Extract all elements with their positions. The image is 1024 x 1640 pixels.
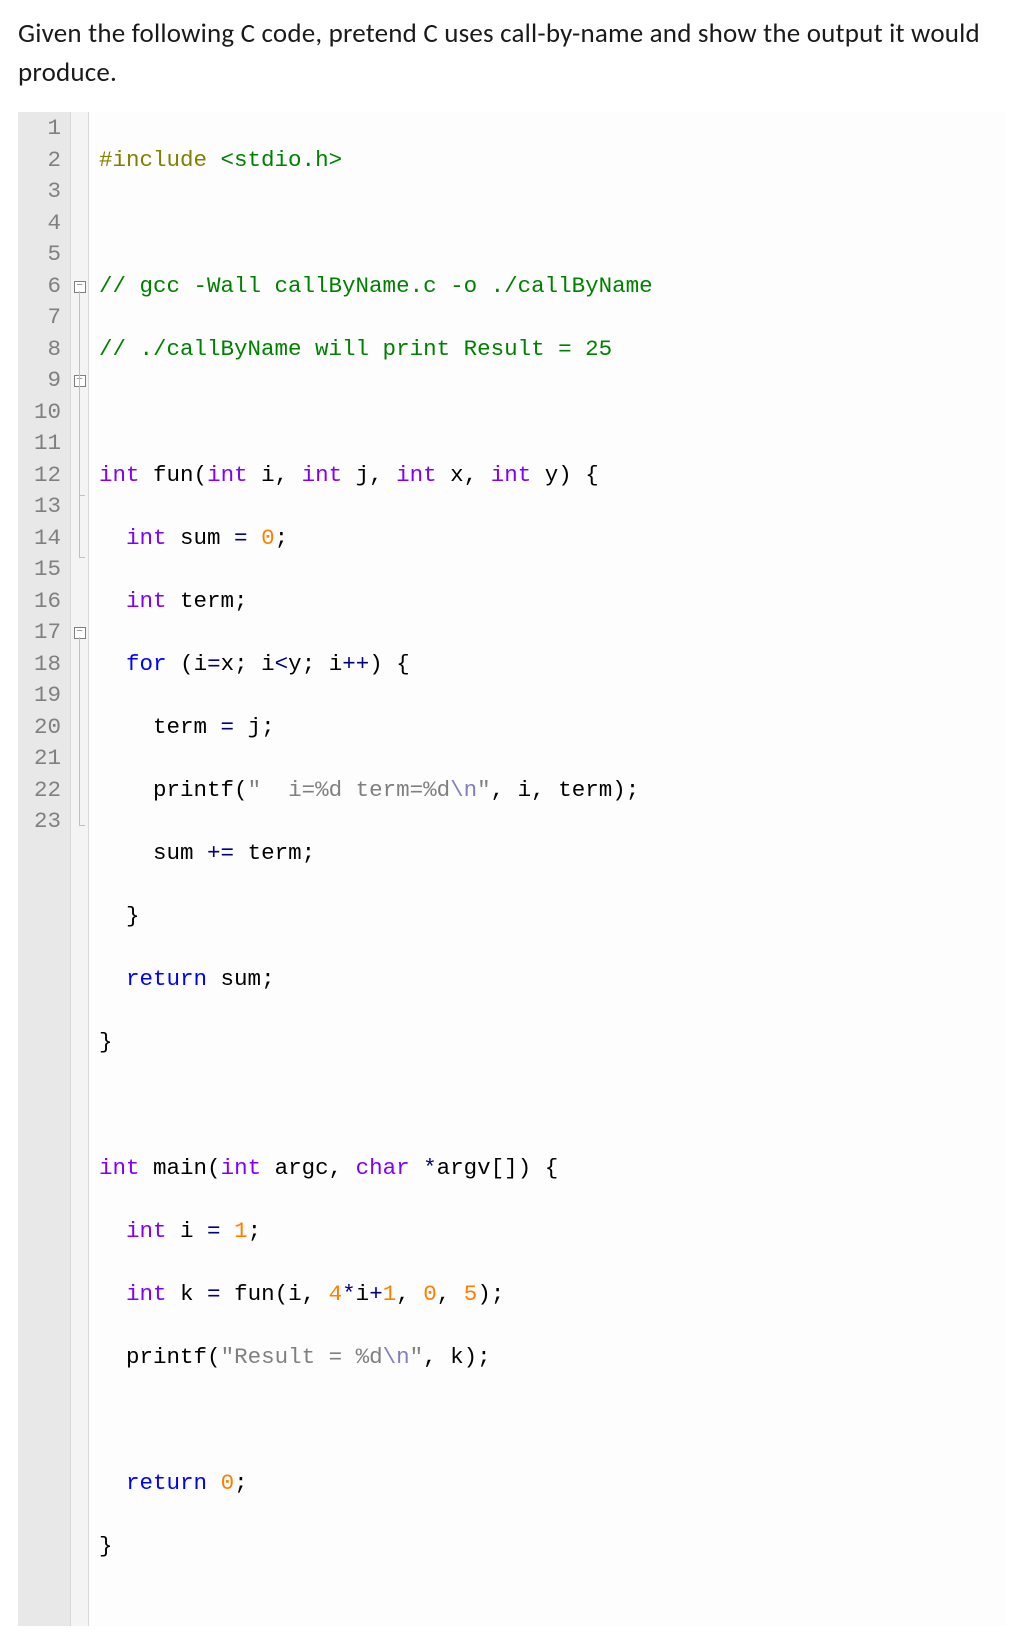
line-number: 19	[34, 680, 61, 712]
code-line: sum += term;	[99, 838, 1006, 870]
line-number: 22	[34, 775, 61, 807]
line-number: 23	[34, 806, 61, 838]
line-number: 3	[34, 176, 61, 208]
line-number: 15	[34, 554, 61, 586]
code-line: term = j;	[99, 712, 1006, 744]
code-line: return 0;	[99, 1468, 1006, 1500]
code-area: #include <stdio.h> // gcc -Wall callByNa…	[89, 112, 1006, 1626]
code-block: 1 2 3 4 5 6 7 8 9 10 11 12 13 14 15 16 1…	[18, 112, 1006, 1626]
code-line	[99, 1090, 1006, 1122]
line-number-gutter: 1 2 3 4 5 6 7 8 9 10 11 12 13 14 15 16 1…	[18, 112, 71, 1626]
code-line: int main(int argc, char *argv[]) {	[99, 1153, 1006, 1185]
line-number: 8	[34, 334, 61, 366]
line-number: 1	[34, 113, 61, 145]
question-text: Given the following C code, pretend C us…	[18, 14, 1006, 92]
line-number: 5	[34, 239, 61, 271]
code-line: // gcc -Wall callByName.c -o ./callByNam…	[99, 271, 1006, 303]
fold-column: − − −	[71, 112, 89, 1626]
line-number: 12	[34, 460, 61, 492]
code-line	[99, 397, 1006, 429]
code-line: int sum = 0;	[99, 523, 1006, 555]
code-line: int term;	[99, 586, 1006, 618]
line-number: 16	[34, 586, 61, 618]
code-line: for (i=x; i<y; i++) {	[99, 649, 1006, 681]
code-line: return sum;	[99, 964, 1006, 996]
code-line: #include <stdio.h>	[99, 145, 1006, 177]
line-number: 6	[34, 271, 61, 303]
line-number: 17	[34, 617, 61, 649]
code-line: }	[99, 1531, 1006, 1563]
code-line: printf("Result = %d\n", k);	[99, 1342, 1006, 1374]
code-line: int fun(int i, int j, int x, int y) {	[99, 460, 1006, 492]
code-line	[99, 208, 1006, 240]
code-line	[99, 1405, 1006, 1437]
line-number: 21	[34, 743, 61, 775]
line-number: 20	[34, 712, 61, 744]
code-line: // ./callByName will print Result = 25	[99, 334, 1006, 366]
code-line: printf(" i=%d term=%d\n", i, term);	[99, 775, 1006, 807]
line-number: 2	[34, 145, 61, 177]
line-number: 9	[34, 365, 61, 397]
line-number: 11	[34, 428, 61, 460]
line-number: 14	[34, 523, 61, 555]
code-line: }	[99, 901, 1006, 933]
line-number: 4	[34, 208, 61, 240]
code-line: }	[99, 1027, 1006, 1059]
code-line: int k = fun(i, 4*i+1, 0, 5);	[99, 1279, 1006, 1311]
line-number: 7	[34, 302, 61, 334]
line-number: 13	[34, 491, 61, 523]
line-number: 10	[34, 397, 61, 429]
code-line: int i = 1;	[99, 1216, 1006, 1248]
line-number: 18	[34, 649, 61, 681]
